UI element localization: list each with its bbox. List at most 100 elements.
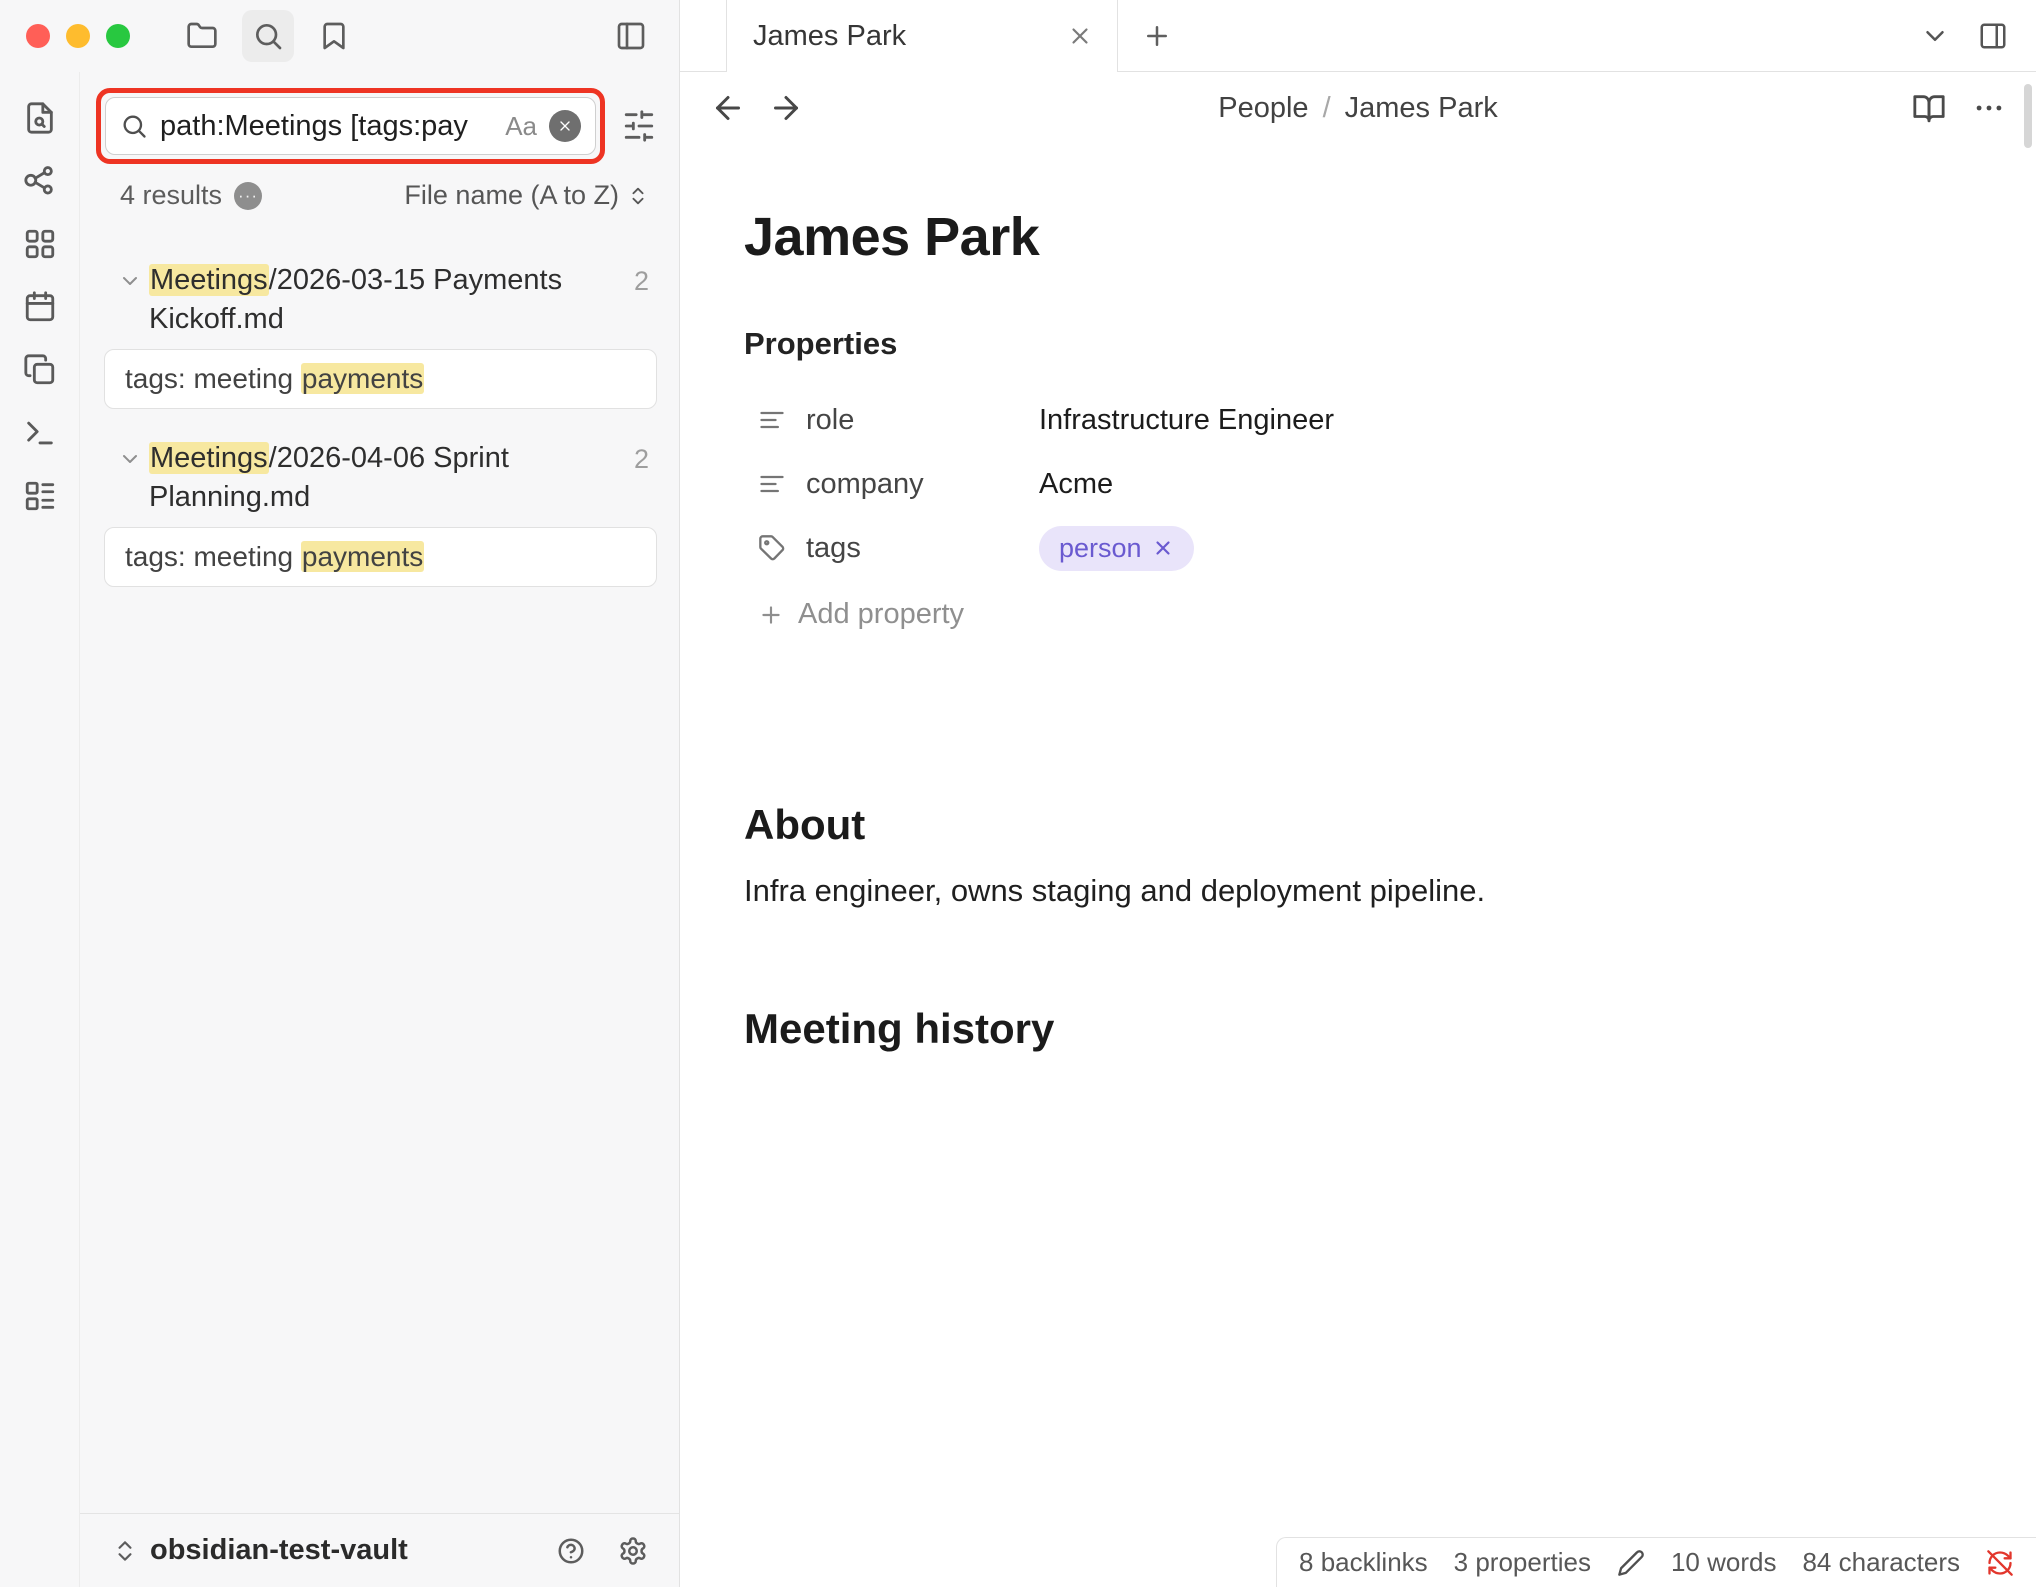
breadcrumb: People / James Park: [1218, 92, 1497, 125]
ribbon-calendar-button[interactable]: [16, 283, 64, 331]
match-text: tags: meeting: [125, 363, 301, 394]
tab-close-button[interactable]: [1061, 17, 1099, 55]
sort-order-button[interactable]: File name (A to Z): [404, 180, 649, 211]
vault-name[interactable]: obsidian-test-vault: [150, 1534, 408, 1567]
collapse-left-sidebar-button[interactable]: [605, 10, 657, 62]
remove-tag-icon[interactable]: [1152, 537, 1174, 559]
collapse-chevron-icon: [118, 447, 142, 471]
search-icon: [120, 112, 148, 140]
properties-count[interactable]: 3 properties: [1454, 1547, 1591, 1578]
panel-left-icon: [615, 20, 647, 52]
terminal-icon: [23, 416, 57, 450]
section-heading: Meeting history: [744, 1005, 1972, 1053]
breadcrumb-folder[interactable]: People: [1218, 92, 1308, 125]
view-header: People / James Park: [680, 72, 2036, 144]
ribbon-layout-button[interactable]: [16, 472, 64, 520]
gear-icon: [618, 1536, 648, 1566]
breadcrumb-separator: /: [1323, 92, 1331, 125]
property-value-tags: person: [1039, 526, 1194, 571]
property-value[interactable]: Acme: [1039, 468, 1113, 501]
character-count: 84 characters: [1802, 1547, 1960, 1578]
bookmark-icon: [318, 20, 350, 52]
search-icon: [252, 20, 284, 52]
tab-james-park[interactable]: James Park: [726, 0, 1118, 72]
search-result-file[interactable]: Meetings/2026-04-06 Sprint Planning.md 2: [104, 435, 657, 523]
tab-bar-controls: [1920, 0, 2036, 72]
search-result-group: Meetings/2026-03-15 Payments Kickoff.md …: [104, 257, 657, 409]
window-controls: [26, 24, 130, 48]
property-key[interactable]: company: [744, 468, 1039, 501]
note-title: James Park: [744, 206, 1972, 268]
highlighted-text: Meetings: [149, 442, 269, 474]
text-lines-icon: [758, 470, 786, 498]
section-heading: About: [744, 801, 1972, 849]
scrollbar-thumb[interactable]: [2024, 84, 2032, 148]
ribbon: [0, 72, 80, 1587]
ribbon-file-search-button[interactable]: [16, 94, 64, 142]
search-result-file[interactable]: Meetings/2026-03-15 Payments Kickoff.md …: [104, 257, 657, 345]
settings-button[interactable]: [611, 1529, 655, 1573]
section-about: About Infra engineer, owns staging and d…: [744, 801, 1972, 913]
sliders-icon: [622, 109, 656, 143]
match-case-toggle[interactable]: Aa: [505, 111, 537, 142]
results-info-badge[interactable]: ···: [234, 182, 262, 210]
results-count: 4 results: [120, 180, 222, 211]
navigate-forward-button[interactable]: [768, 90, 804, 126]
pencil-icon[interactable]: [1617, 1549, 1645, 1577]
navigate-back-button[interactable]: [710, 90, 746, 126]
toggle-right-sidebar-button[interactable]: [1978, 21, 2008, 51]
sort-label: File name (A to Z): [404, 180, 619, 211]
property-row: tags person: [744, 516, 1972, 580]
ribbon-terminal-button[interactable]: [16, 409, 64, 457]
highlighted-text: Meetings: [149, 264, 269, 296]
history-navigation: [710, 90, 804, 126]
ribbon-copy-button[interactable]: [16, 346, 64, 394]
left-body: Aa 4 results ··· File name (A to Z): [0, 72, 679, 1587]
match-text: tags: meeting: [125, 541, 301, 572]
properties-heading[interactable]: Properties: [744, 326, 1972, 362]
new-tab-button[interactable]: [1134, 0, 1180, 72]
reading-mode-button[interactable]: [1912, 91, 1946, 125]
breadcrumb-note[interactable]: James Park: [1345, 92, 1498, 125]
help-button[interactable]: [549, 1529, 593, 1573]
files-view-button[interactable]: [176, 10, 228, 62]
obsidian-window: Aa 4 results ··· File name (A to Z): [0, 0, 2036, 1587]
zoom-window-button[interactable]: [106, 24, 130, 48]
tab-list-dropdown-button[interactable]: [1920, 21, 1950, 51]
file-search-icon: [23, 101, 57, 135]
highlighted-text: payments: [301, 541, 424, 572]
search-view-button[interactable]: [242, 10, 294, 62]
ribbon-graph-button[interactable]: [16, 157, 64, 205]
graph-icon: [23, 164, 57, 198]
bookmarks-view-button[interactable]: [308, 10, 360, 62]
properties-table: role Infrastructure Engineer company Acm…: [744, 388, 1972, 580]
more-options-button[interactable]: [1972, 91, 2006, 125]
more-options-icon: [1972, 91, 2006, 125]
chevrons-up-down-icon: [112, 1538, 138, 1564]
section-meeting-history: Meeting history: [744, 1005, 1972, 1053]
minimize-window-button[interactable]: [66, 24, 90, 48]
clear-search-button[interactable]: [549, 110, 581, 142]
ribbon-grid-button[interactable]: [16, 220, 64, 268]
status-bar: 8 backlinks 3 properties 10 words 84 cha…: [1276, 1537, 2036, 1587]
property-key[interactable]: tags: [744, 532, 1039, 565]
property-key[interactable]: role: [744, 404, 1039, 437]
calendar-icon: [23, 290, 57, 324]
search-match[interactable]: tags: meeting payments: [104, 527, 657, 587]
plus-icon: [1142, 21, 1172, 51]
add-property-button[interactable]: Add property: [744, 598, 964, 631]
search-input[interactable]: [160, 110, 493, 143]
tag-pill-person[interactable]: person: [1039, 526, 1194, 571]
property-value[interactable]: Infrastructure Engineer: [1039, 404, 1334, 437]
section-body: Infra engineer, owns staging and deploym…: [744, 869, 1972, 913]
arrow-left-icon: [710, 90, 746, 126]
note-editor: James Park Properties role Infrastructur…: [680, 144, 2036, 1587]
sync-off-icon[interactable]: [1986, 1549, 2014, 1577]
view-actions: [1912, 91, 2006, 125]
search-input-container: Aa: [105, 97, 596, 155]
search-match[interactable]: tags: meeting payments: [104, 349, 657, 409]
chevrons-up-down-icon: [627, 185, 649, 207]
search-settings-button[interactable]: [613, 100, 665, 152]
close-window-button[interactable]: [26, 24, 50, 48]
backlinks-count[interactable]: 8 backlinks: [1299, 1547, 1428, 1578]
